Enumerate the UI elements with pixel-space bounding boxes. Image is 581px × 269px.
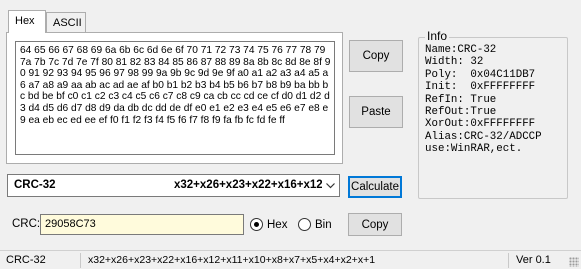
calculate-button[interactable]: Calculate <box>348 176 402 198</box>
info-refin: RefIn: True <box>425 93 497 106</box>
info-alias: Alias:CRC-32/ADCCP <box>425 130 542 143</box>
info-poly: Poly: 0x04C11DB7 <box>425 68 536 81</box>
info-refout: RefOut:True <box>425 106 497 119</box>
info-lines: Name:CRC-32 Width: 32 Poly: 0x04C11DB7 I… <box>425 44 565 156</box>
info-init: Init: 0xFFFFFFFF <box>425 81 536 94</box>
tab-ascii-label: ASCII <box>53 17 82 29</box>
crc-result-field[interactable]: 29058C73 <box>40 214 244 235</box>
tab-hex-label: Hex <box>15 15 35 27</box>
info-xorout: XorOut:0xFFFFFFFF <box>425 118 536 131</box>
status-version: Ver 0.1 <box>516 254 551 266</box>
info-group-title: Info <box>425 29 450 43</box>
chevron-down-icon[interactable] <box>322 175 339 196</box>
radio-hex-label: Hex <box>267 218 288 231</box>
paste-button-label: Paste <box>361 106 391 118</box>
info-use: use:WinRAR,ect. <box>425 143 523 156</box>
copy-input-button[interactable]: Copy <box>349 40 403 72</box>
status-separator <box>508 253 509 268</box>
status-bar: CRC-32 x32+x26+x23+x22+x16+x12+x11+x10+x… <box>0 250 581 269</box>
radio-bin-label: Bin <box>315 218 332 231</box>
info-width: Width: 32 <box>425 56 484 69</box>
copy-crc-button-label: Copy <box>361 218 389 231</box>
tab-hex[interactable]: Hex <box>8 10 46 33</box>
info-name: Name:CRC-32 <box>425 44 497 56</box>
radio-bin[interactable]: Bin <box>298 218 332 231</box>
calculate-button-label: Calculate <box>351 181 399 193</box>
status-polynomial: x32+x26+x23+x22+x16+x12+x11+x10+x8+x7+x5… <box>88 254 376 266</box>
algorithm-polynomial: x32+x26+x23+x22+x16+x12+x11+x10+x8+x7+x5… <box>174 179 322 191</box>
hex-input-textarea[interactable]: 64 65 66 67 68 69 6a 6b 6c 6d 6e 6f 70 7… <box>15 41 335 155</box>
hex-tab-panel: 64 65 66 67 68 69 6a 6b 6c 6d 6e 6f 70 7… <box>6 32 343 164</box>
crc-label: CRC: <box>12 218 41 230</box>
copy-crc-button[interactable]: Copy <box>348 213 402 236</box>
radio-hex-indicator[interactable] <box>250 218 263 231</box>
copy-input-button-label: Copy <box>362 50 390 62</box>
status-separator <box>80 253 81 268</box>
algorithm-select[interactable]: CRC-32 x32+x26+x23+x22+x16+x12+x11+x10+x… <box>7 174 340 197</box>
tab-ascii[interactable]: ASCII <box>46 12 86 32</box>
status-algorithm: CRC-32 <box>6 254 46 266</box>
radio-bin-indicator[interactable] <box>298 218 311 231</box>
paste-button[interactable]: Paste <box>349 96 403 128</box>
resize-grip-icon[interactable] <box>569 257 579 267</box>
algorithm-name: CRC-32 <box>14 179 56 191</box>
radio-hex[interactable]: Hex <box>250 218 287 231</box>
